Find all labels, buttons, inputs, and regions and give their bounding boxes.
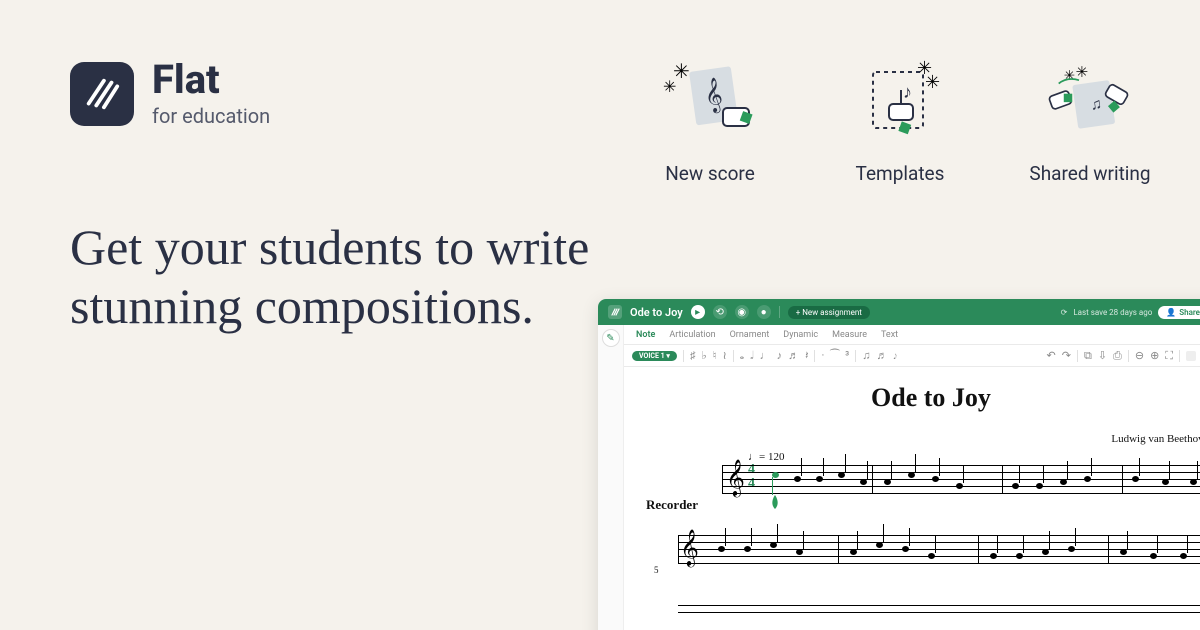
score-sheet[interactable]: Ode to Joy Ludwig van Beethoven ♩= 120 R… [624,367,1200,630]
tool-fullscreen-icon[interactable]: ⛶ [1165,349,1173,363]
svg-text:♪: ♪ [903,82,912,103]
share-button[interactable]: 👤 Share [1158,306,1200,319]
brand-logo: Flat for education [70,60,590,128]
tool-beam-2[interactable]: ♬ [876,349,887,362]
tool-download-icon[interactable]: ⇩ [1098,349,1107,362]
person-icon: 👤 [1166,308,1176,317]
app-logo-icon[interactable] [608,305,622,319]
tool-double[interactable]: ≀ [723,349,727,362]
tool-half-note[interactable]: 𝅗𝅥 [750,349,754,363]
tile-templates[interactable]: ♪ ✳ ✳ Templates [825,58,975,185]
tool-whole-note[interactable]: 𝅝 [740,349,744,363]
tool-sharp[interactable]: ♯ [690,349,696,362]
bar-number: 5 [654,565,659,575]
tab-measure[interactable]: Measure [832,330,867,340]
doc-title[interactable]: Ode to Joy [630,306,683,319]
brand-name: Flat [152,60,270,100]
tool-flat[interactable]: ♭ [701,349,706,362]
tile-label: New score [635,162,785,185]
tab-ornament[interactable]: Ornament [730,330,770,340]
score-title: Ode to Joy [648,383,1200,413]
staff-line: 𝄞 44 [722,465,1200,493]
editor-topbar: Ode to Joy ▸ ⟲ ◉ ● + New assignment ⟳ La… [598,299,1200,325]
brand-mark-icon [70,62,134,126]
svg-text:✳: ✳ [1064,68,1075,84]
voice-selector[interactable]: VOICE 1 ▾ [632,351,677,361]
play-button[interactable]: ▸ [691,305,705,319]
tile-label: Shared writing [1015,162,1165,185]
tempo-marking: ♩= 120 [748,451,1200,463]
tile-new-score[interactable]: 𝄞 ✳ ✳ New score [635,58,785,185]
tool-undo-icon[interactable]: ↶ [1047,349,1056,362]
tab-articulation[interactable]: Articulation [669,330,715,340]
tool-rest[interactable]: 𝄽 [805,349,808,363]
svg-text:✳: ✳ [663,77,676,96]
instrument-label: Recorder [646,497,698,513]
tile-label: Templates [825,162,975,185]
shared-writing-icon: ♫ ✳ ✳ [1035,58,1145,148]
tool-sixteenth-note[interactable]: ♬ [788,349,799,362]
staff-line: 𝄞 [678,535,1200,563]
tab-dynamic[interactable]: Dynamic [783,330,818,340]
tool-dot[interactable]: · [821,349,824,362]
templates-icon: ♪ ✳ ✳ [845,58,955,148]
tool-print-icon[interactable]: ⎙ [1113,349,1122,363]
composer-name: Ludwig van Beethoven [648,433,1200,445]
svg-text:✳: ✳ [925,72,940,93]
rewind-button[interactable]: ⟲ [713,305,727,319]
metronome-button[interactable]: ◉ [735,305,749,319]
tool-natural[interactable]: ♮ [713,349,717,362]
tool-zoom-in-icon[interactable]: ⊕ [1150,349,1159,362]
editor-left-rail: ✎ [598,325,624,630]
new-assignment-button[interactable]: + New assignment [788,306,870,319]
record-button[interactable]: ● [757,305,771,319]
new-score-icon: 𝄞 ✳ ✳ [655,58,765,148]
editor-tabs: Note Articulation Ornament Dynamic Measu… [598,325,1200,345]
page-headline: Get your students to write stunning comp… [70,218,590,336]
tool-grace[interactable]: 𝆕 [893,349,897,363]
tool-beam[interactable]: ♫ [862,349,870,362]
tool-quarter-note[interactable]: ♩ [760,349,771,362]
tab-note[interactable]: Note [636,330,655,340]
pen-tool-icon[interactable]: ✎ [602,329,620,347]
brand-subtitle: for education [152,104,270,128]
tool-copy-icon[interactable]: ⧉ [1084,349,1092,363]
editor-preview: ✎ Ode to Joy ▸ ⟲ ◉ ● + New assignment ⟳ … [598,299,1200,630]
tool-tie[interactable]: ⁀ [830,349,839,362]
tool-redo-icon[interactable]: ↷ [1062,349,1071,362]
tab-text[interactable]: Text [881,330,898,340]
last-save-text: Last save 28 days ago [1073,308,1152,317]
svg-text:✳: ✳ [1076,63,1089,81]
tool-zoom-out-icon[interactable]: ⊖ [1135,349,1144,362]
tool-eighth-note[interactable]: ♪ [777,349,783,362]
staff-line [678,605,1200,630]
color-swatch[interactable] [1186,351,1196,361]
editor-ribbon: VOICE 1 ▾ ♯ ♭ ♮ ≀ 𝅝 𝅗𝅥 ♩ ♪ ♬ 𝄽 · ⁀ ³ ♫ ♬… [598,345,1200,367]
clock-icon: ⟳ [1061,308,1068,317]
tile-shared-writing[interactable]: ♫ ✳ ✳ Shared writing [1015,58,1165,185]
tool-triplet[interactable]: ³ [845,349,849,362]
